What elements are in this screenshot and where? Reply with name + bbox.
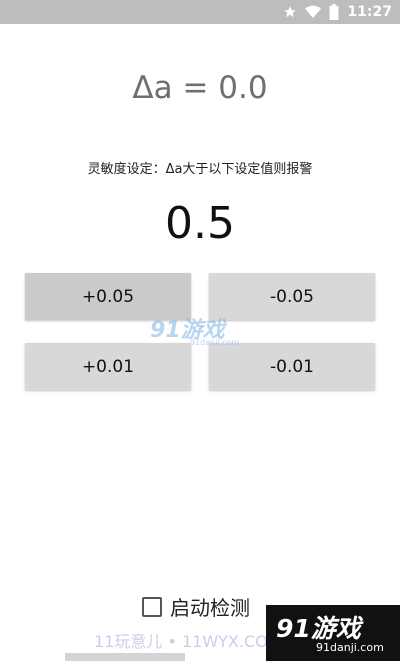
sensitivity-label: 灵敏度设定：Δa大于以下设定值则报警 bbox=[87, 162, 313, 177]
delta-readout: Δa = 0.0 bbox=[132, 70, 268, 106]
status-time: 11:27 bbox=[347, 4, 392, 20]
checkbox-icon[interactable] bbox=[142, 596, 162, 617]
start-detection-label: 启动检测 bbox=[170, 596, 250, 620]
battery-icon bbox=[329, 4, 339, 20]
corner-logo-url: 91danji.com bbox=[316, 641, 384, 654]
start-detection-checkbox[interactable]: 启动检测 bbox=[142, 592, 250, 621]
bottom-bar bbox=[65, 653, 185, 661]
corner-logo-text: 91游戏 bbox=[276, 614, 361, 643]
bottom-watermark-text: 11玩意儿 • 11WYX.COM bbox=[94, 632, 282, 651]
center-watermark: 91游戏 91danji.com bbox=[150, 312, 250, 352]
watermark-url: 91danji.com bbox=[190, 338, 240, 347]
star-icon bbox=[283, 5, 297, 19]
wifi-icon bbox=[305, 5, 322, 19]
status-icons: 11:27 bbox=[283, 0, 392, 24]
status-bar: 11:27 bbox=[0, 0, 400, 24]
threshold-value: 0.5 bbox=[165, 198, 235, 249]
corner-logo: 91游戏 91danji.com bbox=[266, 605, 400, 661]
